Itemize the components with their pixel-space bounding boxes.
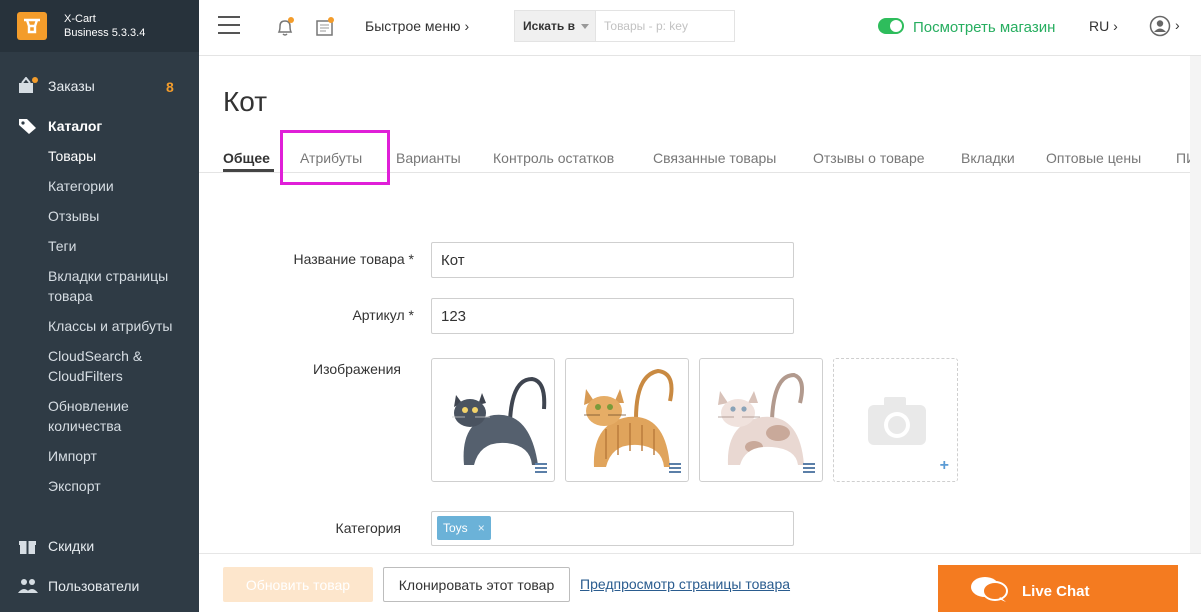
sidebar-subitem-product-tabs[interactable]: Вкладки страницы товара: [48, 266, 188, 306]
view-store-link[interactable]: Посмотреть магазин: [913, 19, 1055, 36]
product-name-label: Название товара *: [293, 251, 414, 267]
live-chat-label: Live Chat: [1022, 583, 1090, 600]
sidebar-item-label: Скидки: [48, 538, 95, 554]
tab-variants[interactable]: Варианты: [396, 150, 461, 166]
category-chip-label: Toys: [443, 521, 468, 535]
tab-inventory[interactable]: Контроль остатков: [493, 150, 614, 166]
remove-chip-icon[interactable]: ×: [478, 521, 485, 535]
chat-bubbles-icon: [971, 577, 1008, 602]
live-chat-button[interactable]: Live Chat: [938, 565, 1178, 612]
users-icon: [18, 577, 38, 595]
sidebar-subitem-update-quantity[interactable]: Обновление количества: [48, 396, 188, 436]
update-product-button[interactable]: Обновить товар: [223, 567, 373, 602]
image-menu-icon[interactable]: [669, 463, 681, 473]
clone-product-button[interactable]: Клонировать этот товар: [383, 567, 570, 602]
images-label: Изображения: [313, 361, 401, 377]
brand-edition: Business 5.3.3.4: [64, 27, 146, 39]
xcart-logo-icon[interactable]: [17, 12, 47, 40]
user-avatar-icon[interactable]: [1149, 15, 1171, 37]
image-menu-icon[interactable]: [535, 463, 547, 473]
orders-count-badge: 8: [166, 79, 174, 95]
product-name-input[interactable]: [431, 242, 794, 278]
page-scrollbar[interactable]: [1190, 56, 1201, 553]
tab-wholesale-prices[interactable]: Оптовые цены: [1046, 150, 1141, 166]
brand-title: X-Cart: [64, 13, 96, 25]
sidebar-subitem-export[interactable]: Экспорт: [48, 476, 188, 496]
category-input[interactable]: Toys ×: [431, 511, 794, 546]
tab-product-reviews[interactable]: Отзывы о товаре: [813, 150, 925, 166]
store-toggle-icon[interactable]: [878, 18, 904, 34]
product-image-1[interactable]: [431, 358, 555, 482]
brand-name: X-Cart Business 5.3.3.4: [64, 12, 145, 40]
sidebar-subitem-reviews[interactable]: Отзывы: [48, 206, 188, 226]
search-input[interactable]: [596, 11, 734, 41]
top-header: Быстрое меню › Искать в Посмотреть магаз…: [199, 0, 1201, 56]
calendar-icon[interactable]: [314, 16, 336, 38]
product-image-2[interactable]: [565, 358, 689, 482]
add-image-dropzone[interactable]: +: [833, 358, 958, 482]
brand-bar: X-Cart Business 5.3.3.4: [0, 0, 199, 52]
quick-menu-link[interactable]: Быстрое меню ›: [365, 18, 469, 34]
sidebar-item-orders[interactable]: Заказы: [18, 76, 95, 95]
caret-down-icon: [580, 23, 589, 29]
preview-product-link[interactable]: Предпросмотр страницы товара: [580, 576, 790, 592]
sidebar-item-label: Заказы: [48, 78, 95, 94]
sidebar-item-users[interactable]: Пользователи: [18, 577, 139, 595]
sku-input[interactable]: [431, 298, 794, 334]
search-scope-select[interactable]: Искать в: [515, 11, 596, 41]
hamburger-menu-icon[interactable]: [218, 16, 240, 34]
sidebar-subitem-import[interactable]: Импорт: [48, 446, 188, 466]
product-image-3[interactable]: [699, 358, 823, 482]
search-bar: Искать в: [514, 10, 735, 42]
tab-tabs[interactable]: Вкладки: [961, 150, 1015, 166]
sku-label: Артикул *: [352, 307, 414, 323]
search-scope-label: Искать в: [523, 19, 575, 33]
sidebar-subitem-products[interactable]: Товары: [48, 146, 188, 166]
sidebar-item-label: Каталог: [48, 118, 103, 134]
active-tab-indicator: [223, 169, 274, 172]
attributes-tab-highlight: [280, 130, 390, 185]
sidebar-item-catalog[interactable]: Каталог: [18, 117, 102, 135]
sidebar-subitem-classes-attributes[interactable]: Классы и атрибуты: [48, 316, 188, 336]
orders-alert-dot: [32, 77, 38, 83]
gift-icon: [18, 537, 38, 555]
tag-icon: [18, 117, 38, 135]
language-selector[interactable]: RU ›: [1089, 18, 1118, 34]
sidebar-subitem-categories[interactable]: Категории: [48, 176, 188, 196]
category-chip: Toys ×: [437, 516, 491, 540]
sidebar-item-label: Пользователи: [48, 578, 140, 594]
tab-related-products[interactable]: Связанные товары: [653, 150, 776, 166]
tab-general[interactable]: Общее: [223, 150, 270, 166]
sidebar-subitem-cloudsearch[interactable]: CloudSearch & CloudFilters: [48, 346, 188, 386]
plus-icon: +: [939, 457, 949, 474]
image-menu-icon[interactable]: [803, 463, 815, 473]
user-menu-caret[interactable]: ›: [1175, 17, 1180, 33]
page-title: Кот: [223, 86, 268, 117]
sidebar: X-Cart Business 5.3.3.4 Заказы 8 Каталог…: [0, 0, 199, 612]
orders-icon: [18, 76, 38, 95]
sidebar-subitem-tags[interactable]: Теги: [48, 236, 188, 256]
bell-icon[interactable]: [274, 16, 296, 38]
category-label: Категория: [335, 520, 401, 536]
sidebar-item-discounts[interactable]: Скидки: [18, 537, 94, 555]
